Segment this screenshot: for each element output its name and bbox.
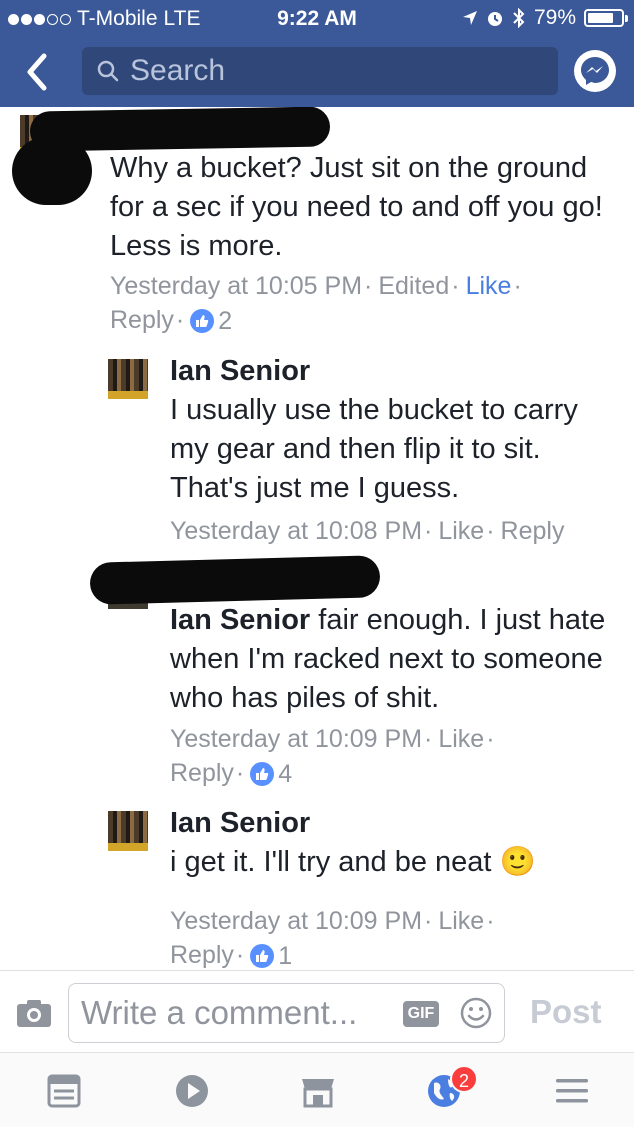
- reply-link[interactable]: Reply: [110, 306, 174, 334]
- bottom-tab-bar: 2: [0, 1052, 634, 1127]
- marketplace-icon[interactable]: [298, 1071, 338, 1111]
- bluetooth-icon: [513, 8, 525, 28]
- post-button[interactable]: Post: [530, 993, 602, 1031]
- comment-body: Why a bucket? Just sit on the ground for…: [110, 152, 603, 262]
- reply-item: Ian Senior i get it. I'll try and be nea…: [0, 799, 634, 970]
- avatar[interactable]: [108, 811, 148, 851]
- back-chevron-icon[interactable]: [20, 50, 56, 94]
- comment-meta: Yesterday at 10:09 PM· Like· Reply· 4: [170, 722, 620, 791]
- comment-body: I usually use the bucket to carry my gea…: [170, 394, 578, 504]
- messenger-icon: [581, 57, 609, 85]
- commenter-name[interactable]: Ian Senior: [170, 355, 310, 387]
- search-placeholder: Search: [130, 54, 226, 87]
- smiley-emoji: 🙂: [499, 846, 536, 878]
- comment-meta: Yesterday at 10:08 PM· Like· Reply: [170, 517, 565, 545]
- comment-timestamp[interactable]: Yesterday at 10:09 PM: [170, 907, 422, 935]
- like-link[interactable]: Like: [438, 725, 484, 753]
- battery-fill: [588, 13, 614, 23]
- comment-input[interactable]: Write a comment... GIF: [68, 983, 505, 1043]
- status-bar: T-Mobile LTE 9:22 AM 79%: [0, 0, 634, 36]
- avatar[interactable]: [108, 359, 148, 399]
- comment-timestamp[interactable]: Yesterday at 10:05 PM: [110, 272, 362, 300]
- comment-composer: Write a comment... GIF Post: [0, 970, 634, 1052]
- sticker-smiley-icon[interactable]: [459, 996, 493, 1030]
- mention-link[interactable]: Ian Senior: [170, 604, 310, 636]
- video-play-icon[interactable]: [172, 1071, 212, 1111]
- reply-item: Ian Senior I usually use the bucket to c…: [0, 347, 634, 547]
- reply-item: Ian Senior fair enough. I just hate when…: [0, 555, 634, 793]
- redaction-mark: [12, 137, 92, 205]
- messenger-button[interactable]: [574, 50, 616, 92]
- reaction-count[interactable]: 4: [250, 757, 292, 791]
- comment-timestamp[interactable]: Yesterday at 10:08 PM: [170, 517, 422, 545]
- search-input[interactable]: Search: [82, 47, 558, 95]
- comment-timestamp[interactable]: Yesterday at 10:09 PM: [170, 725, 422, 753]
- alarm-icon: [487, 12, 502, 26]
- reply-link[interactable]: Reply: [170, 941, 234, 969]
- redaction-mark: [89, 555, 381, 605]
- comment-meta: Yesterday at 10:05 PM· Edited· Like· Reply…: [110, 269, 620, 338]
- top-bar: T-Mobile LTE 9:22 AM 79% Search: [0, 0, 634, 107]
- reaction-number: 2: [218, 307, 233, 336]
- comment-body: i get it. I'll try and be neat: [170, 846, 500, 878]
- comment-thread: Why a bucket? Just sit on the ground for…: [0, 107, 634, 970]
- notification-badge: 2: [450, 1065, 478, 1093]
- gif-button[interactable]: GIF: [403, 1001, 439, 1027]
- comment-item: Why a bucket? Just sit on the ground for…: [0, 107, 634, 342]
- search-icon: [97, 60, 119, 82]
- status-right: 79%: [462, 6, 628, 30]
- comment-text: Ian Senior I usually use the bucket to c…: [170, 352, 620, 508]
- like-link[interactable]: Like: [438, 907, 484, 935]
- menu-hamburger-icon[interactable]: [552, 1071, 592, 1111]
- commenter-name[interactable]: Ian Senior: [170, 807, 310, 839]
- reaction-count[interactable]: 1: [250, 939, 292, 970]
- like-link[interactable]: Like: [466, 272, 512, 300]
- battery-icon: [584, 9, 628, 27]
- comment-meta: Yesterday at 10:09 PM· Like· Reply· 1: [170, 904, 620, 970]
- nav-row: Search: [0, 44, 634, 100]
- location-arrow-icon: [462, 11, 477, 25]
- reply-link[interactable]: Reply: [501, 517, 565, 545]
- reply-link[interactable]: Reply: [170, 759, 234, 787]
- reaction-number: 4: [278, 760, 293, 789]
- thumbs-up-icon: [250, 762, 275, 787]
- thumbs-up-icon: [190, 309, 215, 334]
- thumbs-up-icon: [250, 944, 275, 969]
- like-link[interactable]: Like: [438, 517, 484, 545]
- camera-icon[interactable]: [16, 998, 52, 1028]
- comment-text: Ian Senior i get it. I'll try and be nea…: [170, 804, 620, 882]
- comment-placeholder: Write a comment...: [81, 994, 358, 1031]
- reaction-number: 1: [278, 942, 293, 970]
- comment-text: Why a bucket? Just sit on the ground for…: [110, 149, 620, 266]
- battery-percent: 79%: [533, 6, 576, 29]
- edited-label[interactable]: Edited: [378, 272, 449, 300]
- news-feed-icon[interactable]: [44, 1071, 84, 1111]
- comment-text: Ian Senior fair enough. I just hate when…: [170, 601, 620, 718]
- reaction-count[interactable]: 2: [190, 304, 232, 338]
